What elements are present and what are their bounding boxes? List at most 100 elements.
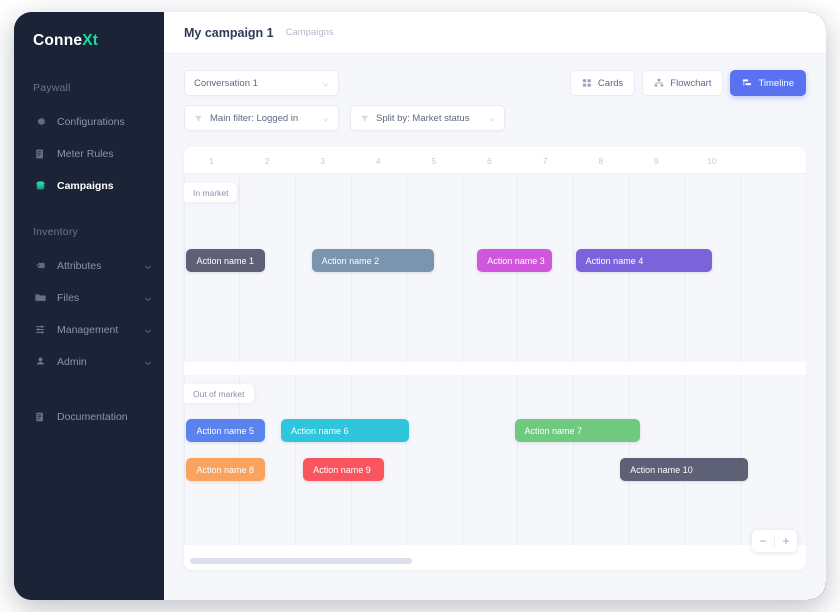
ruler-tick: 6 xyxy=(487,156,492,166)
app-logo[interactable]: ConneXt xyxy=(14,32,164,50)
action-card-label: Action name 9 xyxy=(313,465,371,475)
ruler-tick: 5 xyxy=(432,156,437,166)
ruler-tick: 10 xyxy=(707,156,716,166)
horizontal-scrollbar-thumb[interactable] xyxy=(190,558,412,564)
page-title: My campaign 1 xyxy=(184,26,274,40)
sidebar-item-admin[interactable]: Admin xyxy=(14,348,164,375)
sliders-icon xyxy=(33,323,47,337)
grid-line xyxy=(573,174,574,362)
view-button-label: Cards xyxy=(598,78,623,89)
grid-line xyxy=(295,174,296,362)
user-icon xyxy=(33,355,47,369)
sidebar: ConneXt Paywall Configurations Meter Rul… xyxy=(14,12,164,600)
conversation-select[interactable]: Conversation 1 xyxy=(184,70,339,96)
sidebar-item-label: Files xyxy=(57,292,144,304)
action-card[interactable]: Action name 6 xyxy=(281,419,409,442)
grid-line xyxy=(740,174,741,362)
zoom-in-button[interactable]: + xyxy=(775,530,797,552)
zoom-controls: − + xyxy=(752,530,797,552)
action-card-label: Action name 1 xyxy=(196,256,254,266)
timeline-panel: 12345678910 In market Action name 1Actio… xyxy=(184,147,806,570)
sidebar-item-campaigns[interactable]: Campaigns xyxy=(14,172,164,199)
ruler-tick: 9 xyxy=(654,156,659,166)
ruler-tick: 2 xyxy=(265,156,270,166)
lane-badge: In market xyxy=(184,183,237,202)
action-card-label: Action name 4 xyxy=(586,256,644,266)
logo-text-accent: Xt xyxy=(82,32,98,49)
split-by-select[interactable]: Split by: Market status xyxy=(350,105,505,131)
sidebar-item-label: Configurations xyxy=(57,116,152,128)
book-icon xyxy=(33,410,47,424)
ruler-tick: 1 xyxy=(209,156,214,166)
action-card-label: Action name 6 xyxy=(291,426,349,436)
split-by-value: Split by: Market status xyxy=(376,113,488,124)
sidebar-item-label: Management xyxy=(57,324,144,336)
view-button-label: Flowchart xyxy=(670,78,711,89)
page-header: My campaign 1 Campaigns xyxy=(164,12,826,54)
chevron-down-icon xyxy=(144,294,152,302)
toolbar-row-filters: Main filter: Logged in Split by: Market … xyxy=(184,105,806,131)
chevron-down-icon xyxy=(144,358,152,366)
ruler-tick: 3 xyxy=(320,156,325,166)
action-card[interactable]: Action name 1 xyxy=(186,249,265,272)
ruler-tick: 8 xyxy=(598,156,603,166)
action-card-label: Action name 8 xyxy=(196,465,254,475)
toolbar: Conversation 1 Main filter: Logged in xyxy=(164,54,826,131)
action-card-label: Action name 3 xyxy=(487,256,545,266)
sidebar-item-management[interactable]: Management xyxy=(14,316,164,343)
grid-line xyxy=(406,375,407,545)
action-card-label: Action name 7 xyxy=(525,426,583,436)
action-card-label: Action name 5 xyxy=(196,426,254,436)
chevron-down-icon xyxy=(144,326,152,334)
view-button-timeline[interactable]: Timeline xyxy=(730,70,806,96)
horizontal-scrollbar-track[interactable] xyxy=(184,558,806,564)
layers-icon xyxy=(33,179,47,193)
ruler-tick: 7 xyxy=(543,156,548,166)
sidebar-item-meter-rules[interactable]: Meter Rules xyxy=(14,140,164,167)
breadcrumb[interactable]: Campaigns xyxy=(286,27,334,38)
view-switch-group: Cards Flowchart Timeline xyxy=(570,70,806,96)
action-card[interactable]: Action name 4 xyxy=(576,249,712,272)
main-content: My campaign 1 Campaigns Conversation 1 M… xyxy=(164,12,826,600)
filter-icon xyxy=(360,114,369,123)
sidebar-item-attributes[interactable]: Attributes xyxy=(14,252,164,279)
lane-divider xyxy=(184,362,806,375)
grid-line xyxy=(517,375,518,545)
view-button-cards[interactable]: Cards xyxy=(570,70,635,96)
main-filter-value: Main filter: Logged in xyxy=(210,113,322,124)
folder-icon xyxy=(33,291,47,305)
chevron-down-icon xyxy=(488,115,495,122)
action-card-label: Action name 10 xyxy=(630,465,693,475)
grid-line xyxy=(462,174,463,362)
action-card[interactable]: Action name 3 xyxy=(477,249,552,272)
timeline-ruler: 12345678910 xyxy=(184,147,806,174)
sidebar-item-documentation[interactable]: Documentation xyxy=(14,403,164,430)
sidebar-item-label: Meter Rules xyxy=(57,148,152,160)
zoom-out-button[interactable]: − xyxy=(752,530,774,552)
chevron-down-icon xyxy=(144,262,152,270)
conversation-select-value: Conversation 1 xyxy=(194,78,322,89)
sidebar-item-files[interactable]: Files xyxy=(14,284,164,311)
action-card-label: Action name 2 xyxy=(322,256,380,266)
document-rules-icon xyxy=(33,147,47,161)
tag-icon xyxy=(33,259,47,273)
grid-line xyxy=(462,375,463,545)
main-filter-select[interactable]: Main filter: Logged in xyxy=(184,105,339,131)
action-card[interactable]: Action name 8 xyxy=(186,458,265,481)
filter-icon xyxy=(194,114,203,123)
action-card[interactable]: Action name 7 xyxy=(515,419,640,442)
timeline-lane-in-market: In market Action name 1 Action name 2 Acti… xyxy=(184,174,806,362)
action-card[interactable]: Action name 2 xyxy=(312,249,434,272)
action-card[interactable]: Action name 9 xyxy=(303,458,384,481)
timeline-lane-out-of-market: Out of market Action name 5 Action name 6… xyxy=(184,375,806,545)
chevron-down-icon xyxy=(322,115,329,122)
chevron-down-icon xyxy=(322,80,329,87)
lane-badge: Out of market xyxy=(184,384,254,403)
action-card[interactable]: Action name 5 xyxy=(186,419,265,442)
logo-text-main: Conne xyxy=(33,32,82,49)
action-card[interactable]: Action name 10 xyxy=(620,458,748,481)
cards-icon xyxy=(582,78,592,88)
view-button-flowchart[interactable]: Flowchart xyxy=(642,70,723,96)
sidebar-item-label: Admin xyxy=(57,356,144,368)
sidebar-item-configurations[interactable]: Configurations xyxy=(14,108,164,135)
